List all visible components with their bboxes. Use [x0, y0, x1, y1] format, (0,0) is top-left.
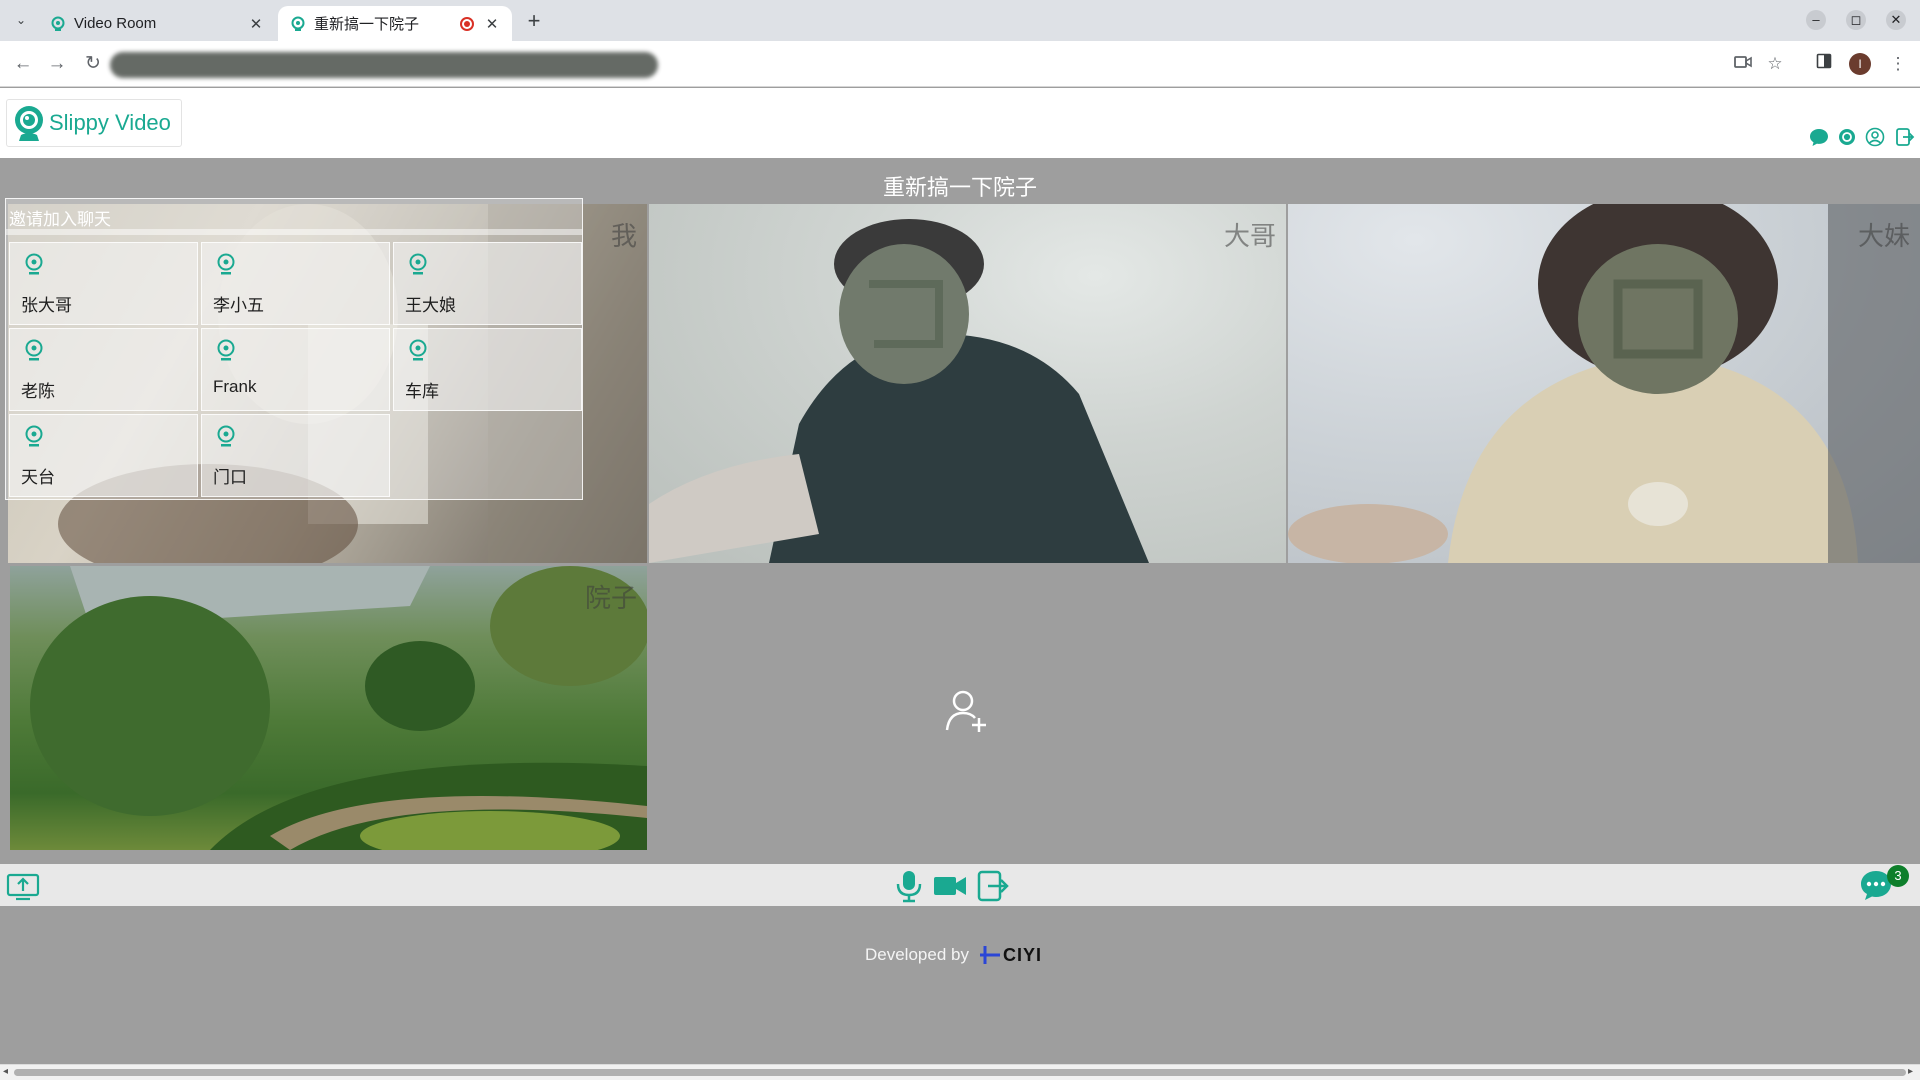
profile-avatar[interactable]: I [1849, 53, 1871, 75]
participant-label: 我 [610, 221, 637, 251]
camera-in-use-icon[interactable] [1731, 52, 1755, 76]
brand-logo-link[interactable]: Slippy Video [6, 99, 182, 147]
back-arrow-icon[interactable]: ← [10, 51, 36, 77]
contact-name: 张大哥 [21, 296, 72, 315]
scroll-left-arrow-icon[interactable]: ◂ [3, 1066, 8, 1077]
bookmark-star-icon[interactable]: ☆ [1763, 52, 1787, 76]
contact-card[interactable]: 天台 [9, 414, 198, 497]
contact-card[interactable]: 张大哥 [9, 242, 198, 325]
browser-tab-strip: ⌄ Video Room ✕ 重新搞一下院子 ✕ + – ◻ ✕ [0, 0, 1920, 41]
chat-icon[interactable] [1809, 127, 1829, 147]
minimize-window-button[interactable]: – [1806, 10, 1826, 30]
call-control-bar: 3 [0, 864, 1920, 906]
webcam-logo-icon [15, 106, 43, 141]
webcam-contact-icon [409, 339, 427, 361]
video-feed-participant [649, 219, 1149, 563]
browser-tab-video-room[interactable]: Video Room ✕ [38, 6, 276, 41]
contact-name: 李小五 [213, 296, 264, 315]
close-window-button[interactable]: ✕ [1886, 10, 1906, 30]
tab-favicon-icon [51, 16, 65, 31]
contact-card[interactable]: 门口 [201, 414, 390, 497]
participant-label: 院子 [584, 583, 637, 613]
video-tile-participant[interactable]: 院子 [10, 566, 647, 850]
leave-call-icon[interactable] [976, 869, 1010, 903]
developed-by-text: Developed by [865, 945, 969, 964]
contact-name: 门口 [213, 468, 247, 487]
new-tab-button[interactable]: + [520, 7, 548, 35]
contact-name: 车库 [405, 382, 439, 401]
participant-label: 大妹 [1857, 221, 1910, 251]
contact-card[interactable]: 李小五 [201, 242, 390, 325]
page-footer: Developed by CIYI [0, 906, 1920, 1064]
contact-name: 老陈 [21, 382, 55, 401]
side-panel-icon[interactable] [1812, 52, 1836, 76]
redacted-url [110, 52, 658, 78]
contact-card[interactable]: 王大娘 [393, 242, 582, 325]
tab-close-icon[interactable]: ✕ [484, 15, 500, 33]
chat-unread-badge: 3 [1887, 865, 1909, 887]
browser-toolbar: ← → ↻ ☆ I ⋮ [0, 41, 1920, 87]
tab-favicon-icon [291, 16, 305, 31]
camera-icon[interactable] [933, 869, 967, 903]
webcam-contact-icon [25, 425, 43, 447]
browser-menu-icon[interactable]: ⋮ [1886, 52, 1910, 76]
developer-credit: Developed by CIYI [865, 944, 1042, 966]
company-name: CIYI [1002, 944, 1042, 965]
user-icon[interactable] [1865, 127, 1885, 147]
add-user-icon[interactable] [942, 686, 990, 734]
horizontal-scrollbar[interactable]: ◂ ▸ [0, 1064, 1920, 1080]
video-feed-participant [30, 566, 647, 850]
webcam-contact-icon [217, 425, 235, 447]
screen-share-icon[interactable] [6, 869, 40, 903]
video-feed-participant [1288, 204, 1920, 563]
contact-name: 王大娘 [405, 296, 456, 315]
participant-label: 大哥 [1223, 221, 1276, 251]
tab-title: 重新搞一下院子 [314, 16, 420, 33]
scrollbar-thumb[interactable] [14, 1069, 1906, 1076]
browser-tab-current[interactable]: 重新搞一下院子 ✕ [278, 6, 512, 41]
contact-card[interactable]: Frank [201, 328, 390, 411]
microphone-icon[interactable] [892, 869, 926, 903]
tab-close-icon[interactable]: ✕ [248, 15, 264, 33]
restore-window-button[interactable]: ◻ [1846, 10, 1866, 30]
contact-name: 天台 [21, 468, 55, 487]
webcam-contact-icon [217, 253, 235, 275]
tab-search-chevron-icon[interactable]: ⌄ [10, 9, 32, 31]
app-header: Slippy Video [0, 88, 1920, 158]
contact-card[interactable]: 老陈 [9, 328, 198, 411]
contact-name: Frank [213, 377, 257, 396]
company-logo[interactable]: CIYI [979, 944, 1042, 966]
forward-arrow-icon[interactable]: → [44, 51, 70, 77]
video-tile-participant[interactable]: 大妹 [1288, 204, 1920, 563]
recording-indicator-icon [460, 16, 474, 31]
address-bar[interactable] [108, 46, 1728, 82]
invite-panel-title: 邀请加入聊天 [9, 210, 111, 229]
invite-panel-divider [6, 229, 582, 235]
webcam-contact-icon [25, 253, 43, 275]
logout-icon[interactable] [1895, 127, 1915, 147]
video-tile-participant[interactable]: 大哥 [649, 204, 1286, 563]
reload-icon[interactable]: ↻ [80, 51, 106, 77]
brand-name: Slippy Video [49, 110, 171, 135]
scroll-right-arrow-icon[interactable]: ▸ [1908, 1066, 1913, 1077]
webcam-contact-icon [409, 253, 427, 275]
invite-panel: 邀请加入聊天 张大哥 李小五 王大娘 老陈 Frank 车库 天台 门口 [5, 198, 583, 500]
webcam-contact-icon [217, 339, 235, 361]
contact-card[interactable]: 车库 [393, 328, 582, 411]
webcam-contact-icon [25, 339, 43, 361]
ciyi-logo-icon [979, 946, 1000, 964]
tab-title: Video Room [74, 15, 157, 32]
settings-icon[interactable] [1837, 127, 1857, 147]
